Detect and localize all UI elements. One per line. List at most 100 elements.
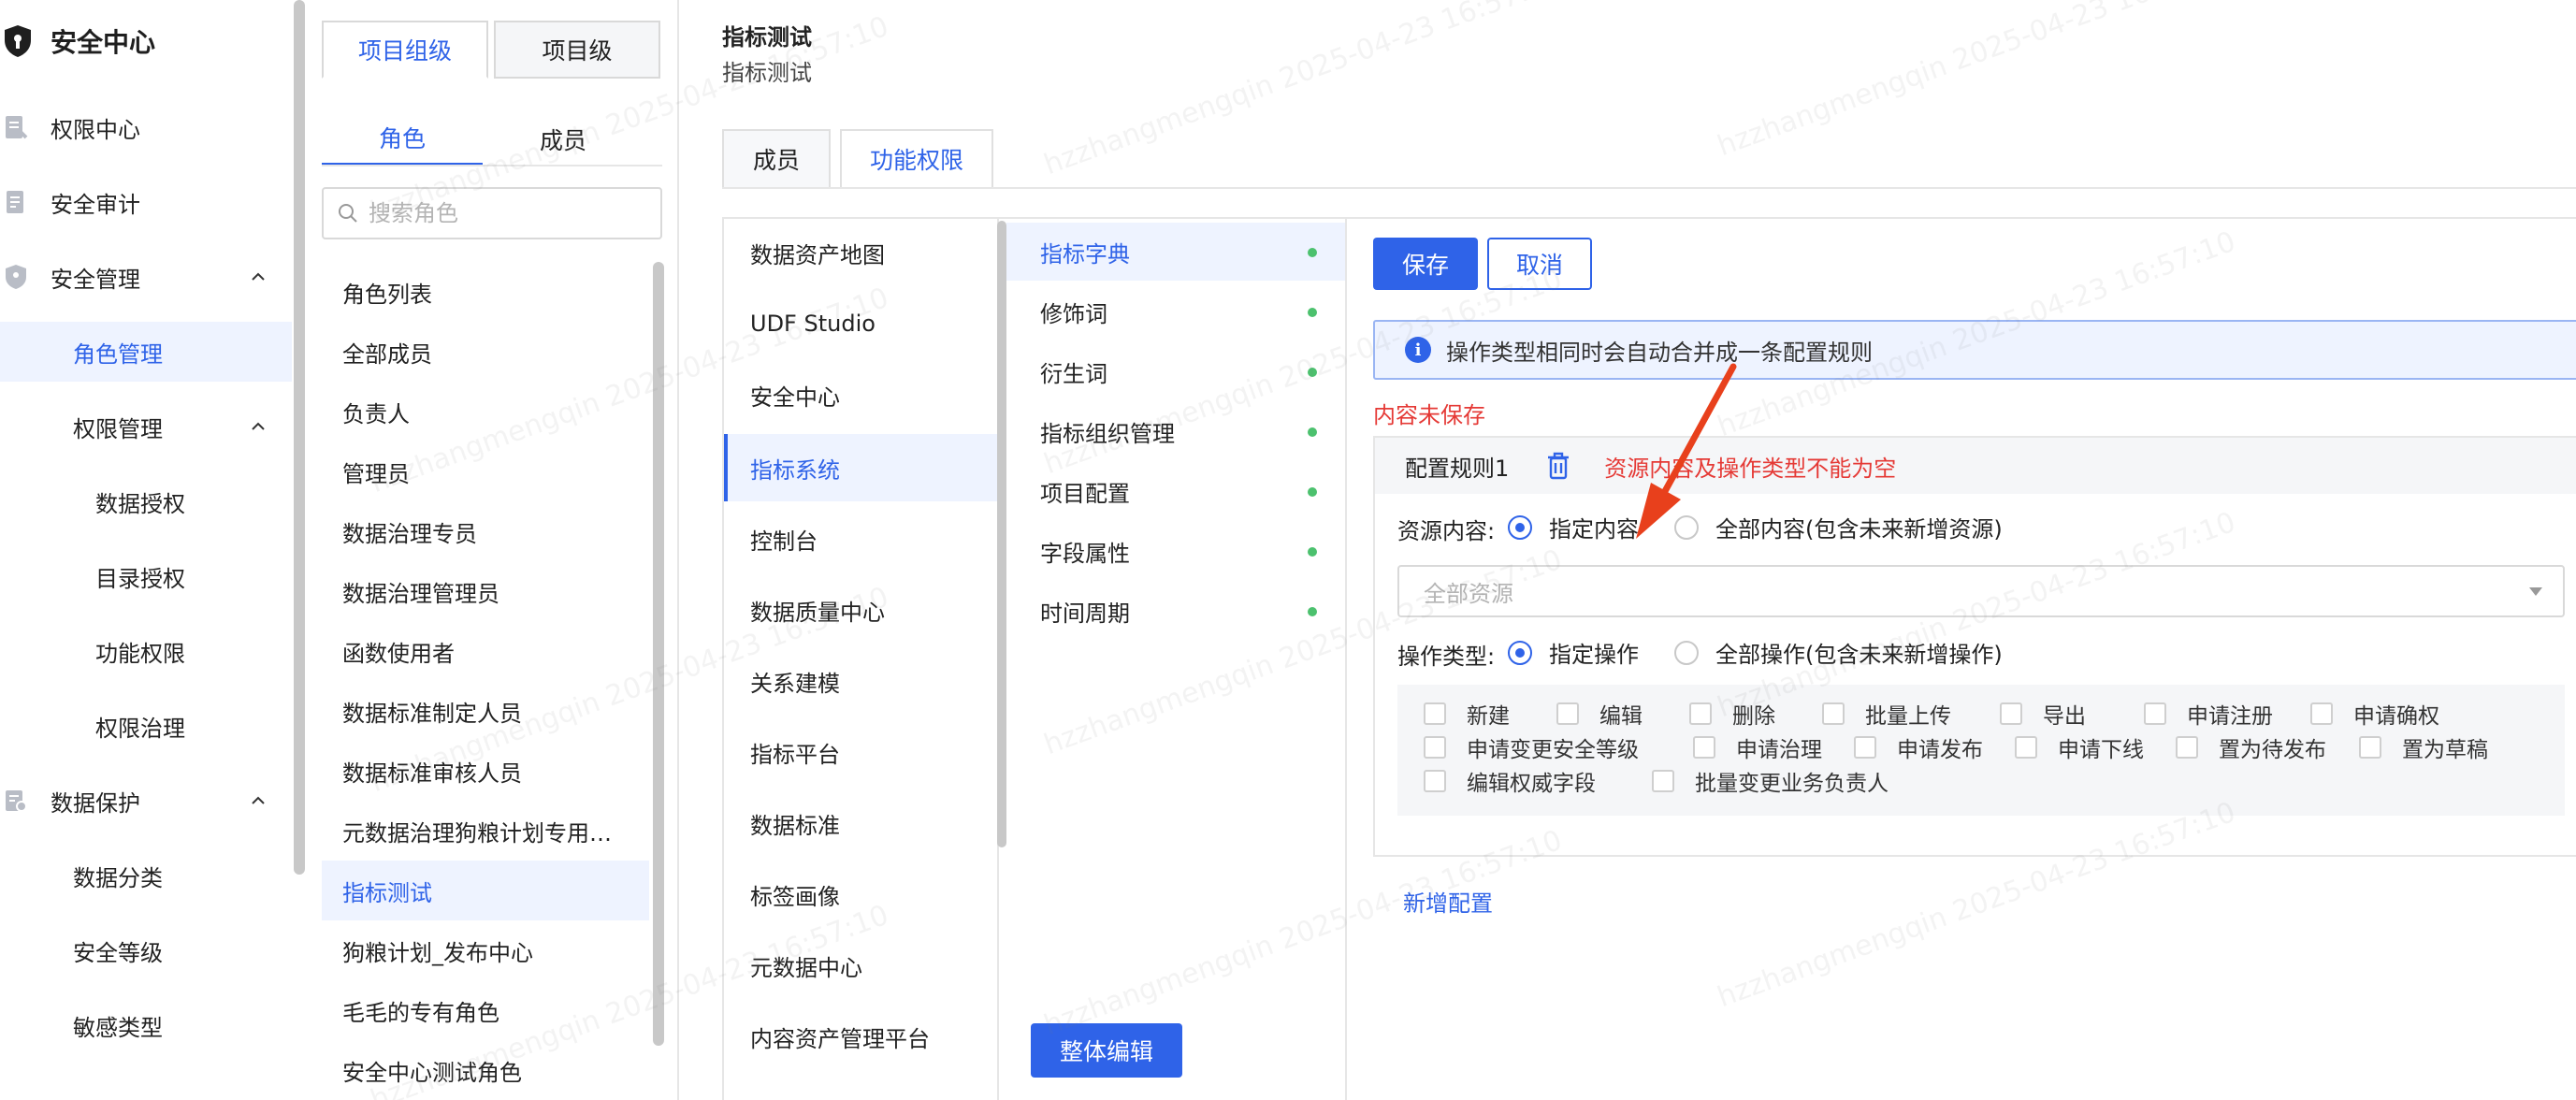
checkbox-label: 申请治理 [1736,738,1822,762]
checkbox-delete[interactable]: 删除 [1689,698,1775,730]
nav-scrollbar[interactable] [294,0,305,875]
radio-all-operation[interactable]: 全部操作(包含未来新增操作) [1674,636,2003,669]
product-list-scrollbar[interactable] [997,221,1006,847]
product-item[interactable]: 指标平台 [724,718,997,786]
data-protect-icon [6,790,27,812]
checkbox-create[interactable]: 新建 [1424,698,1510,730]
nav-item-security-management[interactable]: 安全管理 [0,247,292,307]
module-item[interactable]: 字段属性 [1006,522,1345,580]
role-item[interactable]: 毛毛的专有角色 [322,980,649,1040]
nav-item-label: 数据分类 [73,864,163,891]
nav-item-security-audit[interactable]: 安全审计 [0,172,292,232]
checkbox-export[interactable]: 导出 [2000,698,2086,730]
role-item[interactable]: 管理员 [322,441,649,501]
module-label: 指标字典 [1040,240,1130,268]
nav-item-label: 安全审计 [51,191,140,218]
tab-project-group-level[interactable]: 项目组级 [322,21,488,79]
tab-function-permission[interactable]: 功能权限 [840,129,993,189]
checkbox-batch-change-owner[interactable]: 批量变更业务负责人 [1652,765,1889,797]
search-icon [339,204,357,223]
product-item[interactable]: 数据质量中心 [724,576,997,644]
role-item[interactable]: 角色列表 [322,262,649,322]
role-search[interactable] [322,187,662,239]
cancel-button[interactable]: 取消 [1487,238,1592,290]
checkbox-apply-publish[interactable]: 申请发布 [1854,731,1983,763]
module-item[interactable]: 项目配置 [1006,462,1345,520]
module-item[interactable]: 时间周期 [1006,582,1345,640]
checkbox-label: 批量上传 [1865,704,1951,729]
nav-item-label: 权限中心 [51,116,140,143]
nav-item-data-protection[interactable]: 数据保护 [0,771,292,831]
nav-item-label: 权限治理 [95,715,185,742]
checkbox-box [1822,702,1845,725]
product-item[interactable]: 标签画像 [724,861,997,928]
radio-specified-content[interactable]: 指定内容 [1508,511,1639,543]
nav-item-permission-governance[interactable]: 权限治理 [0,696,292,756]
checkbox-set-draft[interactable]: 置为草稿 [2359,731,2488,763]
product-item[interactable]: 内容资产管理平台 [724,1003,997,1070]
chevron-up-icon[interactable] [251,269,266,284]
nav-item-role-management[interactable]: 角色管理 [0,322,292,382]
nav-item-catalog-authorization[interactable]: 目录授权 [0,546,292,606]
save-button[interactable]: 保存 [1373,238,1478,290]
chevron-up-icon[interactable] [251,793,266,808]
module-label: 时间周期 [1040,600,1130,627]
tab-members[interactable]: 成员 [722,129,831,189]
product-item[interactable]: 控制台 [724,505,997,572]
chevron-up-icon[interactable] [251,419,266,434]
checkbox-set-pending[interactable]: 置为待发布 [2176,731,2326,763]
bulk-edit-button[interactable]: 整体编辑 [1031,1023,1182,1078]
role-item[interactable]: 数据标准制定人员 [322,681,649,741]
radio-all-content[interactable]: 全部内容(包含未来新增资源) [1674,511,2003,543]
checkbox-apply-change-level[interactable]: 申请变更安全等级 [1424,731,1639,763]
role-item[interactable]: 安全中心测试角色 [322,1040,649,1100]
search-input[interactable] [369,200,649,226]
checkbox-edit[interactable]: 编辑 [1556,698,1643,730]
checkbox-label: 申请确权 [2353,704,2439,729]
module-item[interactable]: 衍生词 [1006,342,1345,400]
nav-item-sensitive-type[interactable]: 敏感类型 [0,995,292,1055]
module-item[interactable]: 指标组织管理 [1006,402,1345,460]
tab-members[interactable]: 成员 [483,112,644,166]
product-item[interactable]: 数据资产地图 [724,219,997,286]
tab-divider [322,165,662,166]
add-config-link[interactable]: 新增配置 [1403,885,1493,918]
nav-item-permission-management[interactable]: 权限管理 [0,397,292,456]
radio-specified-operation[interactable]: 指定操作 [1508,636,1639,669]
product-item[interactable]: 安全中心 [724,361,997,428]
checkbox-apply-register[interactable]: 申请注册 [2144,698,2273,730]
module-item[interactable]: 修饰词 [1006,282,1345,340]
role-item[interactable]: 全部成员 [322,322,649,382]
role-item[interactable]: 函数使用者 [322,621,649,681]
role-item[interactable]: 数据标准审核人员 [322,741,649,801]
role-item[interactable]: 负责人 [322,382,649,441]
nav-item-data-authorization[interactable]: 数据授权 [0,471,292,531]
role-item[interactable]: 元数据治理狗粮计划专用… [322,801,649,861]
role-item[interactable]: 数据治理管理员 [322,561,649,621]
module-item-selected[interactable]: 指标字典 [1006,223,1345,281]
product-item-selected[interactable]: 指标系统 [724,434,997,501]
checkbox-batch-upload[interactable]: 批量上传 [1822,698,1951,730]
delete-icon[interactable] [1544,451,1572,481]
role-item[interactable]: 狗粮计划_发布中心 [322,920,649,980]
role-item[interactable]: 数据治理专员 [322,501,649,561]
nav-item-function-permission[interactable]: 功能权限 [0,621,292,681]
checkbox-apply-govern[interactable]: 申请治理 [1693,731,1822,763]
checkbox-apply-offline[interactable]: 申请下线 [2015,731,2144,763]
status-dot [1308,487,1317,497]
product-item[interactable]: 数据标准 [724,789,997,857]
checkbox-edit-authority-field[interactable]: 编辑权威字段 [1424,765,1596,797]
product-item[interactable]: UDF Studio [724,290,997,357]
nav-item-permission-center[interactable]: 权限中心 [0,97,292,157]
product-item[interactable]: 元数据中心 [724,932,997,999]
nav-item-security-level[interactable]: 安全等级 [0,920,292,980]
tab-project-level[interactable]: 项目级 [494,21,660,79]
checkbox-label: 申请下线 [2058,738,2144,762]
checkbox-apply-confirm[interactable]: 申请确权 [2310,698,2439,730]
resource-select[interactable]: 全部资源 [1397,565,2565,617]
tab-roles[interactable]: 角色 [322,112,483,166]
nav-item-data-classification[interactable]: 数据分类 [0,846,292,905]
role-list-scrollbar[interactable] [653,262,664,1046]
role-item-selected[interactable]: 指标测试 [322,861,649,920]
product-item[interactable]: 关系建模 [724,647,997,715]
